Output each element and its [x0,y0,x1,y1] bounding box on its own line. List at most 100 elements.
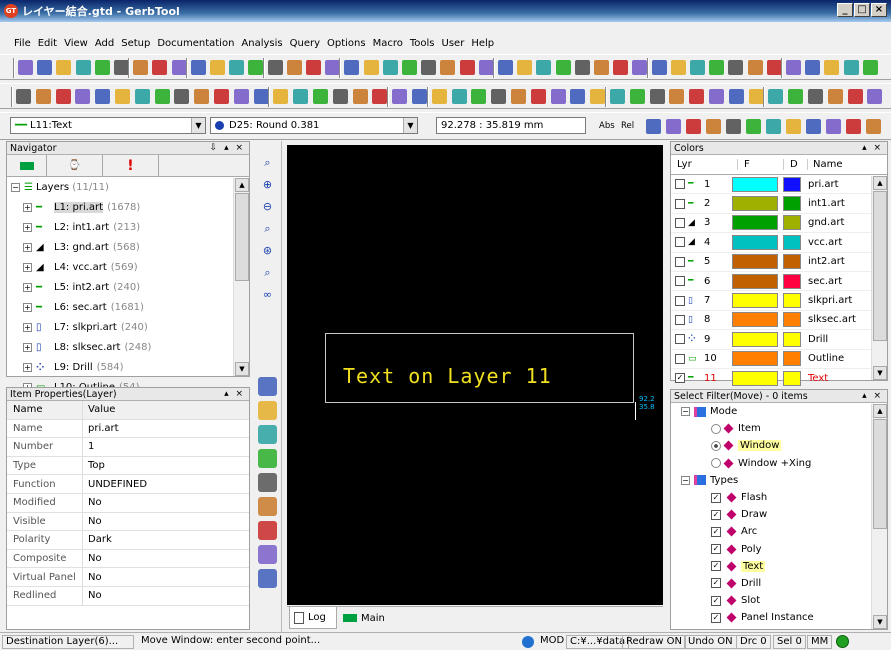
filter-scrollbar[interactable]: ▲ ▼ [871,404,887,629]
binocular-icon[interactable] [258,377,277,396]
print-icon[interactable] [805,60,821,75]
draw-color-swatch[interactable] [783,254,801,270]
status-redraw[interactable]: Redraw ON [622,635,686,649]
expand-icon[interactable]: + [23,302,32,312]
color-row-1[interactable]: ━ 1 pri.art [671,175,887,195]
grid-icon[interactable] [610,89,625,104]
pad-icon[interactable] [669,89,685,104]
color-row-9[interactable]: ⁘ 9 Drill [671,330,887,350]
menu-user[interactable]: User [442,38,465,49]
color-row-4[interactable]: ◢ 4 vcc.art [671,233,887,253]
filter-group-types[interactable]: − Types [681,472,887,489]
print-icon[interactable] [440,60,456,75]
canvas-text-layer11[interactable]: Text on Layer 11 [343,364,552,388]
layer-visible-checkbox[interactable] [675,353,685,364]
menu-documentation[interactable]: Documentation [157,38,234,49]
scroll-up-icon[interactable]: ▲ [873,176,887,190]
flash-icon[interactable] [726,119,741,134]
netlist-icon[interactable] [690,60,705,75]
zoom-icon[interactable] [574,60,590,75]
filter-group-mode[interactable]: − Mode [681,403,887,420]
help-icon[interactable] [517,60,533,75]
scroll-thumb[interactable] [873,191,887,341]
mode-option[interactable]: Window [681,437,887,454]
type-option[interactable]: ✓ Arc [681,523,887,540]
draw-color-swatch[interactable] [783,234,801,250]
panel-close-icon[interactable]: ▴ × [224,388,245,401]
navigator-scrollbar[interactable]: ▲ ▼ [233,178,249,376]
copy-icon[interactable] [478,60,494,75]
minimize-button[interactable]: _ [837,3,853,17]
new-file-icon[interactable] [18,60,33,75]
draw-color-swatch[interactable] [783,293,801,309]
measure-icon[interactable] [670,60,686,75]
paste-icon[interactable] [134,89,150,104]
panel-icon[interactable] [363,60,379,75]
fill-color-swatch[interactable] [732,215,778,231]
color-row-3[interactable]: ◢ 3 gnd.art [671,214,887,234]
open-file-icon[interactable] [866,119,881,134]
scroll-down-icon[interactable]: ▼ [873,615,887,629]
new-file-icon[interactable] [392,89,408,104]
open-file-icon[interactable] [37,60,53,75]
new-file-icon[interactable] [382,60,398,75]
zoom-select-icon[interactable]: ⌕ [258,263,277,282]
type-option[interactable]: ✓ Draw [681,506,887,523]
measure-icon[interactable] [313,89,328,104]
copy-icon[interactable] [867,89,883,104]
fill-color-swatch[interactable] [732,331,778,347]
fill-color-swatch[interactable] [732,370,778,386]
measure-icon[interactable] [258,497,277,516]
open-file-icon[interactable] [402,60,417,75]
measure-icon[interactable] [306,60,321,75]
fill-color-swatch[interactable] [732,196,778,212]
layer-icon[interactable] [194,89,210,104]
layer-visible-checkbox[interactable] [675,237,685,248]
status-sel[interactable]: Sel 0 [773,635,806,649]
expand-icon[interactable]: + [23,262,32,272]
tab-layers[interactable] [7,155,47,176]
color-row-8[interactable]: ▯ 8 slksec.art [671,311,887,331]
new-file-icon[interactable] [846,119,861,134]
zoom-in-icon[interactable]: ⊕ [258,175,277,194]
new-file-icon[interactable] [16,89,31,104]
colors-scrollbar[interactable]: ▲ ▼ [871,176,887,380]
panel-icon[interactable] [728,60,744,75]
zoom-icon[interactable] [214,89,229,104]
color-row-10[interactable]: ▭ 10 Outline [671,350,887,369]
collapse-icon[interactable]: − [11,182,20,192]
zoom-fit-icon[interactable]: ⊛ [258,241,277,260]
type-option[interactable]: ✓ Text [681,558,887,575]
type-option[interactable]: ✓ Drill [681,575,887,592]
copy-icon[interactable] [491,89,507,104]
highlight-icon[interactable] [258,473,277,492]
grid-icon[interactable] [686,119,701,134]
measure-icon[interactable] [766,119,781,134]
zoom-window-icon[interactable]: ⌕ [258,153,277,172]
color-row-6[interactable]: ━ 6 sec.art [671,272,887,292]
layer-icon[interactable] [646,119,661,134]
align-icon[interactable] [258,521,277,540]
zoom-icon[interactable] [210,60,225,75]
save-icon[interactable] [421,60,437,75]
tab-errors[interactable]: ! [103,155,159,176]
status-drc[interactable]: Drc 0 [736,635,771,649]
panel-pin-close-icon[interactable]: ⇩ ▴ × [210,142,245,155]
menu-options[interactable]: Options [327,38,366,49]
type-option[interactable]: ✓ Slot [681,592,887,609]
scroll-down-icon[interactable]: ▼ [873,366,887,380]
drill-icon[interactable] [629,89,645,104]
type-checkbox[interactable]: ✓ [711,595,721,606]
open-file-icon[interactable] [788,89,804,104]
fill-color-swatch[interactable] [732,234,778,250]
type-checkbox[interactable]: ✓ [711,509,721,520]
type-checkbox[interactable]: ✓ [711,526,721,537]
open-file-icon[interactable] [35,89,51,104]
aperture-select[interactable]: D25: Round 0.381 ▼ [210,117,418,134]
import-icon[interactable] [94,60,110,75]
panel-icon[interactable] [748,89,764,104]
layer-icon[interactable] [190,60,206,75]
draw-color-swatch[interactable] [783,312,801,328]
layer-visible-checkbox[interactable] [675,217,685,228]
mode-option[interactable]: Item [681,420,887,437]
